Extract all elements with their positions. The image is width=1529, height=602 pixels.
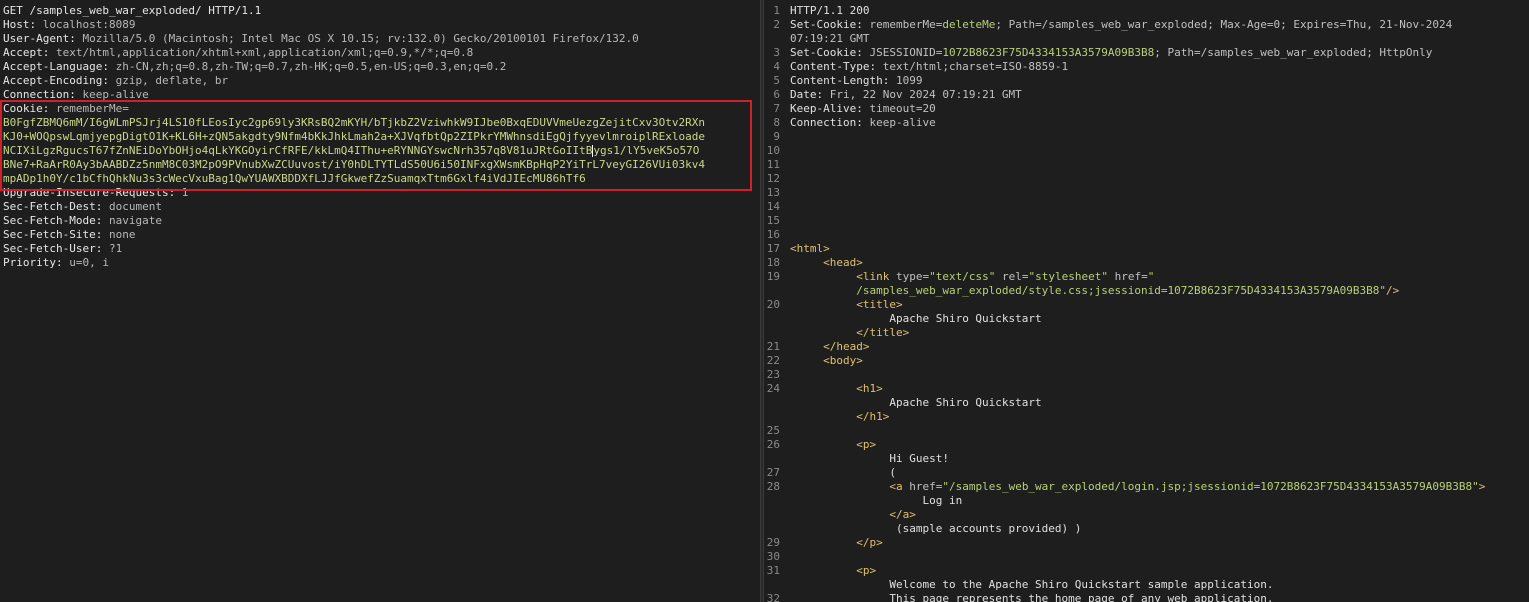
response-pane[interactable]: 1 HTTP/1.1 200 2 Set-Cookie: rememberMe=de… — [764, 0, 1529, 602]
response-line: 10 — [764, 144, 1529, 158]
response-line-wrap: </h1> — [856, 410, 890, 423]
line-number: 20 — [766, 298, 780, 311]
line-number: 1 — [773, 4, 780, 17]
response-line: 14 — [764, 200, 1529, 214]
header-accept: Accept: text/html,application/xhtml+xml,… — [3, 46, 474, 59]
response-line: 3 Set-Cookie: JSESSIONID=1072B8623F75D433… — [764, 46, 1529, 60]
line-number: 19 — [766, 270, 780, 283]
response-line: 1 HTTP/1.1 200 — [764, 4, 1529, 18]
response-line: 23 — [764, 368, 1529, 382]
header-priority: Priority: u=0, i — [3, 256, 109, 269]
response-line: 6 Date: Fri, 22 Nov 2024 07:19:21 GMT — [764, 88, 1529, 102]
response-line: 22 <body> — [764, 354, 1529, 368]
cookie-value-line: KJ0+WOQpswLqmjyepgDigtO1K+KL6H+zQN5akgdt… — [3, 130, 705, 143]
response-line: 4 Content-Type: text/html;charset=ISO-885… — [764, 60, 1529, 74]
response-line: 32 This page represents the home page of… — [764, 592, 1529, 602]
line-number: 11 — [766, 158, 780, 171]
request-text[interactable]: GET /samples_web_war_exploded/ HTTP/1.1 … — [3, 4, 705, 270]
line-number: 27 — [766, 466, 780, 479]
header-sec-fetch-dest: Sec-Fetch-Dest: document — [3, 200, 162, 213]
line-number: 6 — [773, 88, 780, 101]
response-line-wrap: Apache Shiro Quickstart — [889, 312, 1042, 325]
response-line: 28 <a href="/samples_web_war_exploded/lo… — [764, 480, 1529, 494]
header-sec-fetch-user: Sec-Fetch-User: ?1 — [3, 242, 123, 255]
response-line-wrap: Hi Guest! — [889, 452, 949, 465]
line-number: 12 — [766, 172, 780, 185]
response-line: 2 Set-Cookie: rememberMe=deleteMe; Path=/… — [764, 18, 1529, 32]
line-number: 14 — [766, 200, 780, 213]
response-line: 21 </head> — [764, 340, 1529, 354]
line-number: 3 — [773, 46, 780, 59]
line-number: 29 — [766, 536, 780, 549]
response-line: 20 <title> — [764, 298, 1529, 312]
response-line-wrap: /samples_web_war_exploded/style.css;jses… — [856, 284, 1400, 297]
line-number: 30 — [766, 550, 780, 563]
header-connection: Connection: keep-alive — [3, 88, 149, 101]
response-line: 15 — [764, 214, 1529, 228]
response-line-wrap: Apache Shiro Quickstart — [889, 396, 1042, 409]
header-accept-encoding: Accept-Encoding: gzip, deflate, br — [3, 74, 229, 87]
line-number: 10 — [766, 144, 780, 157]
request-line: GET /samples_web_war_exploded/ HTTP/1.1 — [3, 4, 262, 17]
line-number: 28 — [766, 480, 780, 493]
line-number: 2 — [773, 18, 780, 31]
header-host: Host: localhost:8089 — [3, 18, 136, 31]
response-line: 27 ( — [764, 466, 1529, 480]
header-upgrade-insecure: Upgrade-Insecure-Requests: 1 — [3, 186, 189, 199]
header-sec-fetch-mode: Sec-Fetch-Mode: navigate — [3, 214, 162, 227]
response-line: 31 <p> — [764, 564, 1529, 578]
response-line-wrap: (sample accounts provided) ) — [889, 522, 1082, 535]
response-line: 29 </p> — [764, 536, 1529, 550]
response-line-wrap: Welcome to the Apache Shiro Quickstart s… — [889, 578, 1274, 591]
cookie-value-line: mpADp1h0Y/c1bCfhQhkNu3s3cWecVxuBag1QwYUA… — [3, 172, 586, 185]
line-number: 4 — [773, 60, 780, 73]
response-line: 17 <html> — [764, 242, 1529, 256]
response-line: 30 — [764, 550, 1529, 564]
header-sec-fetch-site: Sec-Fetch-Site: none — [3, 228, 136, 241]
response-line: 11 — [764, 158, 1529, 172]
line-number: 13 — [766, 186, 780, 199]
line-number: 32 — [766, 592, 780, 602]
response-line: 12 — [764, 172, 1529, 186]
response-line-wrap: Log in — [922, 494, 963, 507]
line-number: 18 — [766, 256, 780, 269]
line-number: 5 — [773, 74, 780, 87]
response-line: 13 — [764, 186, 1529, 200]
line-number: 24 — [766, 382, 780, 395]
line-number: 22 — [766, 354, 780, 367]
response-line: 18 <head> — [764, 256, 1529, 270]
response-line-wrap: 07:19:21 GMT — [790, 32, 870, 45]
line-number: 17 — [766, 242, 780, 255]
response-line: 26 <p> — [764, 438, 1529, 452]
header-cookie: Cookie: rememberMe= — [3, 102, 129, 115]
line-number: 31 — [766, 564, 780, 577]
response-text[interactable]: 1 HTTP/1.1 200 2 Set-Cookie: rememberMe=de… — [764, 4, 1529, 602]
line-number: 8 — [773, 116, 780, 129]
response-line: 7 Keep-Alive: timeout=20 — [764, 102, 1529, 116]
response-line-wrap: </title> — [856, 326, 910, 339]
response-line: 19 <link type="text/css" rel="stylesheet… — [764, 270, 1529, 284]
response-line: 9 — [764, 130, 1529, 144]
line-number: 21 — [766, 340, 780, 353]
header-accept-language: Accept-Language: zh-CN,zh;q=0.8,zh-TW;q=… — [3, 60, 507, 73]
response-line: 16 — [764, 228, 1529, 242]
response-line: 25 — [764, 424, 1529, 438]
cookie-value-line: BNe7+RaArR0Ay3bAABDZz5nmM8C03M2pO9PVnubX… — [3, 158, 705, 171]
line-number: 9 — [773, 130, 780, 143]
cookie-value-line: B0FgfZBMQ6mM/I6gWLmPSJrj4LS10fLEosIyc2gp… — [3, 116, 705, 129]
line-number: 23 — [766, 368, 780, 381]
response-line: 24 <h1> — [764, 382, 1529, 396]
response-line: 8 Connection: keep-alive — [764, 116, 1529, 130]
request-pane[interactable]: GET /samples_web_war_exploded/ HTTP/1.1 … — [0, 0, 760, 602]
line-number: 7 — [773, 102, 780, 115]
line-number: 25 — [766, 424, 780, 437]
header-user-agent: User-Agent: Mozilla/5.0 (Macintosh; Inte… — [3, 32, 639, 45]
response-line: 5 Content-Length: 1099 — [764, 74, 1529, 88]
line-number: 26 — [766, 438, 780, 451]
response-line-wrap: </a> — [889, 508, 916, 521]
line-number: 16 — [766, 228, 780, 241]
cookie-value-line: NCIXiLgzRgucsT67fZnNEiDoYbOHjo4qLkYKGOyi… — [3, 144, 700, 157]
line-number: 15 — [766, 214, 780, 227]
